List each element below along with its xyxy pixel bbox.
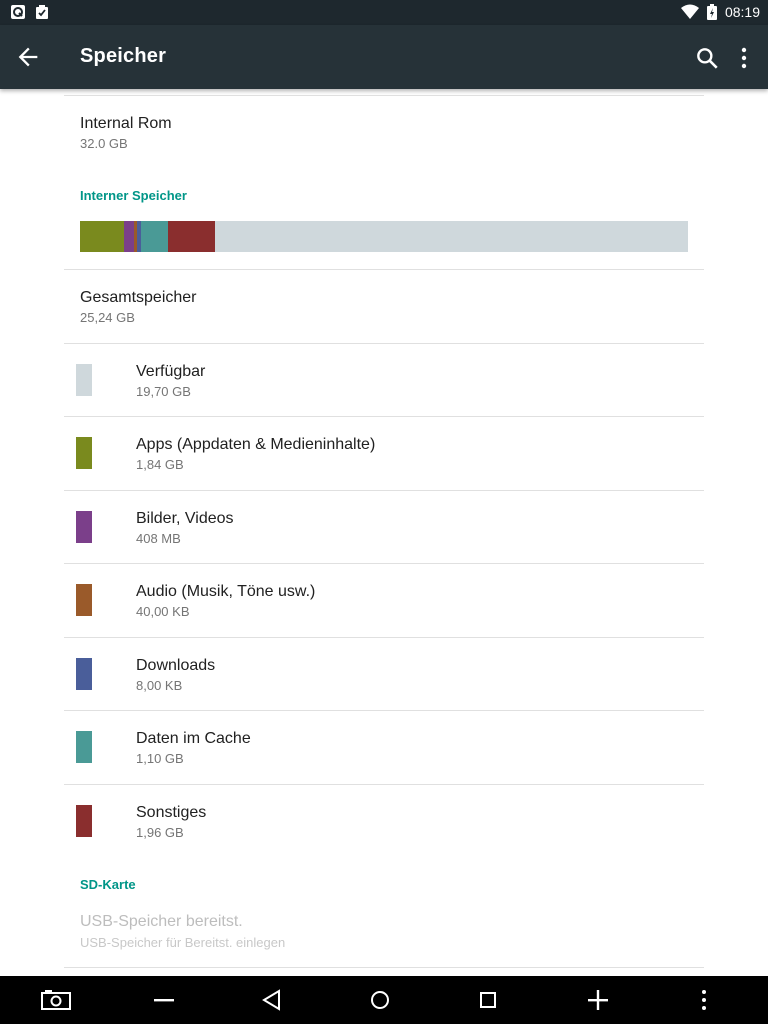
color-swatch — [76, 511, 92, 543]
usage-segment-misc — [167, 221, 216, 252]
storage-settings-list: Internal Rom 32.0 GB Interner Speicher G… — [0, 89, 768, 976]
storage-item-label: Bilder, Videos — [136, 510, 234, 527]
divider — [64, 563, 704, 564]
storage-item-value: 8,00 KB — [136, 678, 183, 693]
menu-dots-icon[interactable] — [692, 988, 716, 1012]
volume-up-icon[interactable] — [586, 988, 610, 1012]
volume-down-icon[interactable] — [152, 988, 176, 1012]
usage-segment-cache — [141, 221, 168, 252]
storage-item-value: 1,10 GB — [136, 751, 184, 766]
internal-rom-title: Internal Rom — [80, 115, 172, 132]
divider — [64, 95, 704, 96]
storage-item-value: 1,96 GB — [136, 825, 184, 840]
status-time: 08:19 — [724, 4, 760, 20]
navigation-bar — [0, 976, 768, 1024]
usage-segment-apps — [80, 221, 125, 252]
color-swatch — [76, 584, 92, 616]
app-bar: Speicher — [0, 25, 768, 89]
wifi-icon — [680, 4, 699, 19]
divider — [64, 784, 704, 785]
app-notification-icon — [11, 5, 25, 19]
divider — [64, 710, 704, 711]
storage-item-label: Daten im Cache — [136, 730, 251, 747]
divider — [64, 269, 704, 270]
home-circle-icon[interactable] — [368, 988, 392, 1012]
divider — [64, 967, 704, 968]
sd-card-header: SD-Karte — [80, 877, 136, 892]
storage-item-label: Downloads — [136, 657, 216, 674]
storage-item-label: Sonstiges — [136, 804, 207, 821]
recents-square-icon[interactable] — [476, 988, 500, 1012]
search-icon[interactable] — [694, 45, 720, 71]
divider — [64, 343, 704, 344]
storage-item-label: Apps (Appdaten & Medieninhalte) — [136, 436, 376, 453]
internal-rom-value: 32.0 GB — [80, 136, 128, 151]
usage-segment-pictures — [124, 221, 135, 252]
storage-item-label: Verfügbar — [136, 363, 206, 380]
back-triangle-icon[interactable] — [260, 988, 284, 1012]
back-arrow-icon[interactable] — [14, 43, 42, 71]
color-swatch — [76, 731, 92, 763]
page-title: Speicher — [80, 45, 167, 67]
mount-usb-title: USB-Speicher bereitst. — [80, 913, 243, 930]
storage-item-value: 408 MB — [136, 531, 181, 546]
mount-usb-subtitle: USB-Speicher für Bereitst. einlegen — [80, 935, 286, 950]
screenshot-icon[interactable] — [40, 988, 72, 1012]
storage-item-value: 40,00 KB — [136, 604, 190, 619]
total-storage-value: 25,24 GB — [80, 310, 135, 325]
storage-item-value: 1,84 GB — [136, 457, 184, 472]
clipboard-check-icon — [36, 5, 48, 19]
divider — [64, 490, 704, 491]
color-swatch — [76, 805, 92, 837]
storage-usage-bar — [80, 221, 688, 252]
more-options-icon[interactable] — [734, 45, 754, 71]
internal-storage-header: Interner Speicher — [80, 188, 187, 203]
battery-icon — [706, 4, 717, 20]
storage-item-label: Audio (Musik, Töne usw.) — [136, 583, 316, 600]
status-bar: 08:19 — [0, 0, 768, 25]
storage-item-value: 19,70 GB — [136, 384, 191, 399]
total-storage-title: Gesamtspeicher — [80, 289, 197, 306]
color-swatch — [76, 658, 92, 690]
color-swatch — [76, 364, 92, 396]
divider — [64, 416, 704, 417]
color-swatch — [76, 437, 92, 469]
divider — [64, 637, 704, 638]
usage-segment-free — [215, 221, 688, 252]
